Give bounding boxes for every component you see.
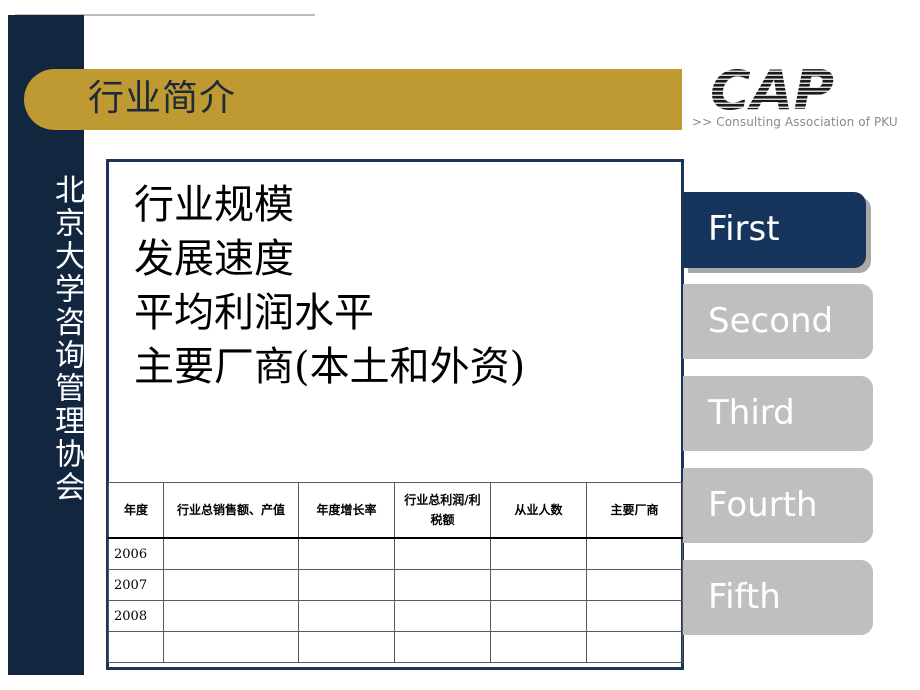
tab-third[interactable]: Third [683,376,873,451]
col-header-employees: 从业人数 [490,482,587,539]
point-growth-rate: 发展速度 [134,236,294,282]
cell[interactable] [163,600,299,632]
cell[interactable] [163,569,299,601]
table-header-row: 年度 行业总销售额、产值 年度增长率 行业总利润/利税额 从业人数 主要厂商 [108,482,683,539]
page-title: 行业简介 [88,78,237,119]
cell[interactable] [586,631,683,663]
key-points-list: 行业规模 发展速度 平均利润水平 主要厂商(本土和外资) [134,178,525,394]
cell[interactable] [163,631,299,663]
cell-year[interactable] [108,631,164,663]
table-row [108,631,683,663]
sidebar-org-name: 北京大学咨询管理协会 [49,174,84,504]
tab-first[interactable]: First [683,192,866,268]
logo-subtitle: >> Consulting Association of PKU [692,115,898,129]
cell[interactable] [490,537,587,570]
col-header-growth: 年度增长率 [298,482,395,539]
table-row: 2008 [108,600,683,632]
cell-year[interactable]: 2007 [108,569,164,601]
table-row: 2007 [108,569,683,601]
tab-fifth[interactable]: Fifth [683,560,873,635]
cell[interactable] [298,537,395,570]
cell[interactable] [394,569,491,601]
point-major-vendors: 主要厂商(本土和外资) [134,344,526,390]
cell-year[interactable]: 2006 [108,537,164,570]
cell[interactable] [586,600,683,632]
logo-mark: CAP [710,64,834,114]
col-header-sales: 行业总销售额、产值 [163,482,299,539]
cell[interactable] [163,537,299,570]
point-avg-profit: 平均利润水平 [134,290,374,336]
col-header-vendors: 主要厂商 [586,482,683,539]
cell[interactable] [298,600,395,632]
cell[interactable] [298,569,395,601]
point-industry-scale: 行业规模 [134,182,294,228]
tab-second[interactable]: Second [683,284,873,359]
cell-year[interactable]: 2008 [108,600,164,632]
cell[interactable] [490,631,587,663]
tab-fourth[interactable]: Fourth [683,468,873,543]
cell[interactable] [490,600,587,632]
col-header-profit: 行业总利润/利税额 [394,482,491,539]
cell[interactable] [586,569,683,601]
cell[interactable] [394,600,491,632]
col-header-year: 年度 [108,482,164,539]
cell[interactable] [394,631,491,663]
cell[interactable] [490,569,587,601]
table-row: 2006 [108,537,683,570]
cell[interactable] [298,631,395,663]
cap-logo-icon: CAP [710,64,834,114]
industry-data-table: 年度 行业总销售额、产值 年度增长率 行业总利润/利税额 从业人数 主要厂商 2… [108,482,683,663]
cell[interactable] [586,537,683,570]
cell[interactable] [394,537,491,570]
